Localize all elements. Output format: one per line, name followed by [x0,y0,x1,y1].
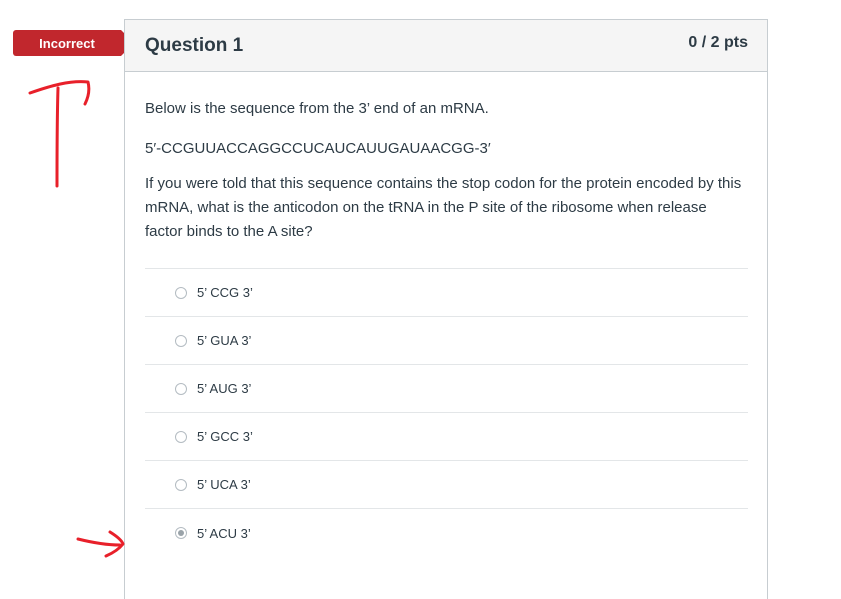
handwritten-arrow-mark [76,530,125,558]
handwritten-annotations [28,80,125,558]
handwritten-t-mark [28,80,91,188]
